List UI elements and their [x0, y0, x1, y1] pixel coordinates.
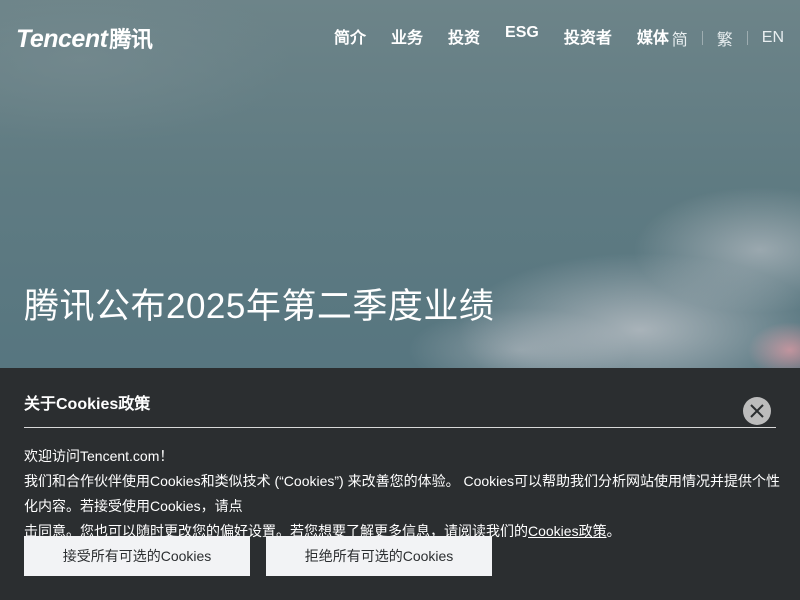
main-nav: 简介 业务 投资 ESG 投资者 媒体: [334, 24, 694, 48]
nav-item-media[interactable]: 媒体: [637, 24, 669, 48]
reject-all-cookies-button[interactable]: 拒绝所有可选的Cookies: [266, 536, 492, 576]
nav-item-investment[interactable]: 投资: [448, 24, 480, 48]
logo-cn-text: 腾讯: [109, 27, 153, 52]
lang-traditional[interactable]: 繁: [717, 26, 733, 50]
hero-headline[interactable]: 腾讯公布2025年第二季度业绩: [24, 278, 494, 329]
cookie-banner-title: 关于Cookies政策: [24, 396, 151, 413]
cookie-banner: 关于Cookies政策 欢迎访问Tencent.com！ 我们和合作伙伴使用Co…: [0, 368, 800, 600]
lang-divider: [746, 31, 748, 45]
accept-all-cookies-button[interactable]: 接受所有可选的Cookies: [24, 536, 250, 576]
page: Tencent腾讯 简介 业务 投资 ESG 投资者 媒体 简 繁 EN 腾讯公…: [0, 0, 800, 600]
nav-item-esg[interactable]: ESG: [505, 24, 539, 48]
cookie-description: 欢迎访问Tencent.com！ 我们和合作伙伴使用Cookies和类似技术 (…: [24, 444, 784, 544]
lang-english[interactable]: EN: [762, 29, 784, 47]
lang-simplified[interactable]: 简: [672, 26, 688, 50]
logo-text: Tencent: [16, 25, 108, 53]
cookie-body-text: 我们和合作伙伴使用Cookies和类似技术 (“Cookies”) 来改善您的体…: [24, 473, 781, 514]
language-switcher: 简 繁 EN: [672, 26, 784, 50]
cookie-body-suffix: 。: [606, 523, 621, 539]
nav-item-investors[interactable]: 投资者: [564, 24, 612, 48]
nav-item-about[interactable]: 简介: [334, 24, 366, 48]
cookie-welcome-text: 欢迎访问Tencent.com！: [24, 448, 174, 464]
nav-item-business[interactable]: 业务: [391, 24, 423, 48]
close-button[interactable]: [743, 397, 771, 425]
cookie-policy-link[interactable]: Cookies政策: [528, 523, 607, 539]
cookie-divider: [24, 427, 776, 428]
site-header: Tencent腾讯 简介 业务 投资 ESG 投资者 媒体 简 繁 EN: [0, 0, 800, 72]
close-icon: [750, 404, 764, 418]
tencent-logo[interactable]: Tencent腾讯: [16, 22, 153, 54]
lang-divider: [701, 31, 703, 45]
